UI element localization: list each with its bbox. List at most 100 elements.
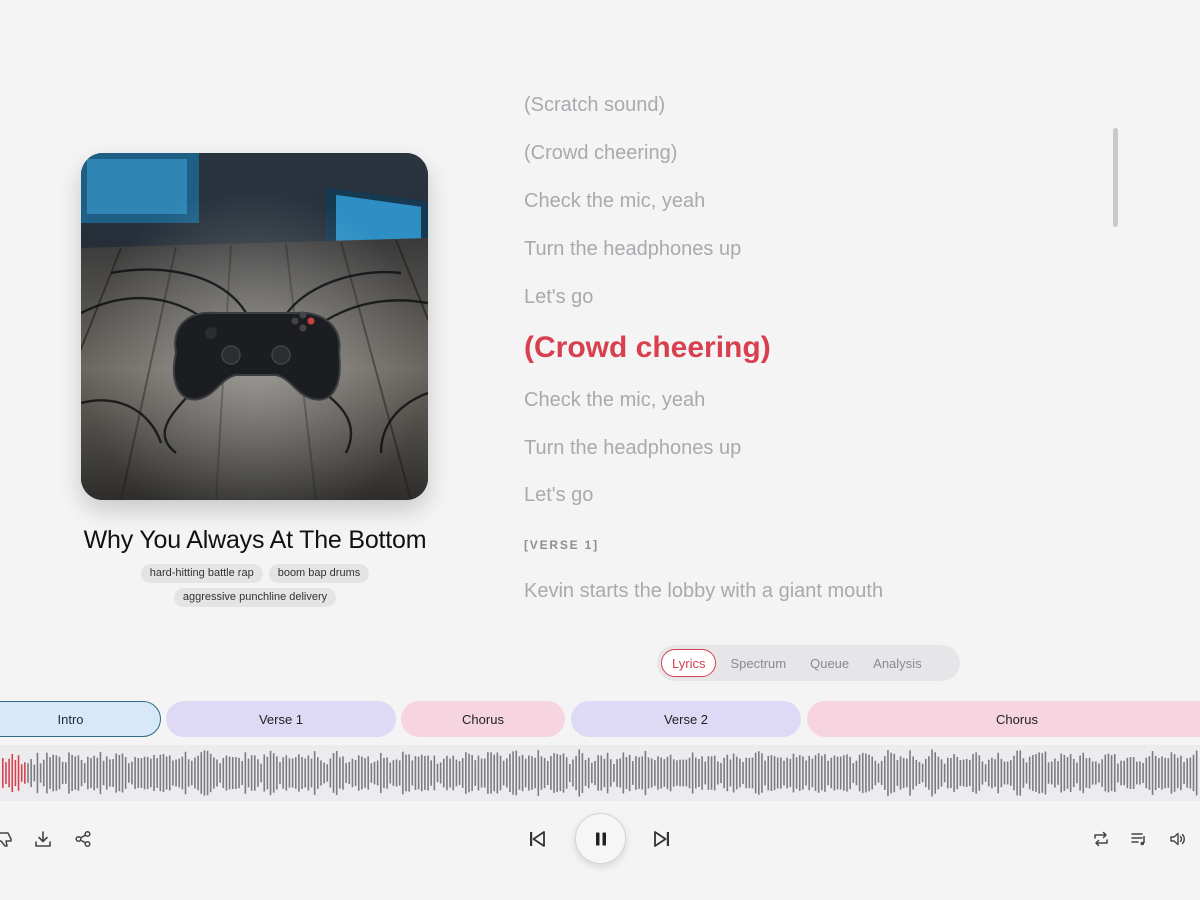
waveform-bar — [1132, 757, 1135, 789]
waveform-bar — [209, 753, 212, 793]
waveform-bar — [304, 758, 306, 788]
pause-button[interactable] — [575, 813, 626, 864]
waveform-bar — [934, 752, 936, 794]
waveform-bar — [915, 759, 918, 787]
waveform-bar — [1170, 752, 1173, 794]
waveform-bar — [24, 762, 26, 784]
genre-tag[interactable]: aggressive punchline delivery — [173, 588, 337, 607]
download-button[interactable] — [33, 829, 53, 849]
waveform-bar — [11, 753, 14, 793]
lyrics-scrollbar[interactable] — [1113, 128, 1118, 227]
lyric-line[interactable]: Turn the headphones up — [524, 238, 741, 261]
waveform-bar — [931, 749, 933, 797]
waveform-bar — [282, 757, 284, 789]
waveform-bar — [1176, 757, 1179, 789]
waveform-bar — [411, 760, 414, 786]
playlist-button[interactable] — [1129, 829, 1149, 849]
waveform-bars — [2, 749, 1198, 797]
waveform-bar — [244, 752, 247, 794]
waveform-bar — [1016, 750, 1018, 796]
waveform-bar — [291, 758, 294, 788]
dislike-button[interactable] — [0, 829, 16, 849]
lyric-line[interactable]: Kevin starts the lobby with a giant mout… — [524, 580, 883, 603]
waveform-bar — [975, 752, 977, 794]
waveform-bar — [1180, 755, 1182, 791]
waveform-bar — [332, 753, 335, 793]
genre-tag[interactable]: boom bap drums — [268, 564, 370, 583]
tab-spectrum[interactable]: Spectrum — [720, 649, 796, 677]
waveform-bar — [178, 758, 180, 788]
waveform-bar — [285, 755, 288, 791]
waveform-bar — [213, 757, 215, 789]
lyric-line[interactable]: Check the mic, yeah — [524, 190, 705, 213]
waveform-bar — [669, 754, 672, 792]
section-chorus-2[interactable]: Chorus — [807, 701, 1200, 737]
waveform-bar — [546, 760, 549, 786]
waveform-bar — [74, 756, 77, 790]
waveform-bar — [638, 757, 640, 789]
volume-button[interactable] — [1168, 829, 1188, 849]
waveform-bar — [1154, 755, 1157, 791]
waveform-bar — [950, 757, 952, 789]
waveform-bar — [660, 757, 662, 789]
waveform-bar — [474, 760, 477, 786]
waveform-bar — [1044, 751, 1047, 795]
waveform-bar — [5, 762, 7, 784]
lyric-line[interactable]: (Scratch sound) — [524, 94, 665, 117]
waveform-bar — [65, 762, 67, 784]
lyric-line[interactable]: (Crowd cheering) — [524, 142, 677, 165]
waveform-bar — [742, 761, 744, 785]
genre-tag[interactable]: hard-hitting battle rap — [140, 564, 263, 583]
waveform-bar — [543, 757, 546, 789]
waveform-bar — [506, 758, 508, 788]
lyric-line[interactable]: Turn the headphones up — [524, 437, 741, 460]
waveform-bar — [357, 755, 360, 791]
lyric-line[interactable]: Check the mic, yeah — [524, 389, 705, 412]
section-verse-2[interactable]: Verse 2 — [571, 701, 801, 737]
section-verse-1[interactable]: Verse 1 — [166, 701, 396, 737]
lyric-line[interactable]: Let's go — [524, 286, 593, 309]
waveform-bar — [172, 760, 174, 786]
waveform-bar — [603, 758, 606, 788]
share-button[interactable] — [73, 829, 93, 849]
waveform-bar — [228, 756, 231, 790]
waveform-bar — [672, 759, 675, 787]
waveform-bar — [704, 761, 707, 785]
waveform-bar — [600, 755, 603, 791]
waveform-scrubber[interactable] — [0, 745, 1200, 801]
section-chorus-1[interactable]: Chorus — [401, 701, 565, 737]
tab-queue[interactable]: Queue — [800, 649, 859, 677]
waveform-bar — [1041, 753, 1044, 793]
waveform-bar — [446, 755, 448, 791]
previous-track-button[interactable] — [526, 828, 548, 850]
waveform-bar — [682, 759, 684, 787]
waveform-bar — [792, 753, 795, 793]
repeat-button[interactable] — [1091, 829, 1111, 849]
waveform-bar — [93, 755, 95, 791]
lyric-line[interactable]: Let's go — [524, 484, 593, 507]
waveform-bar — [1028, 756, 1031, 790]
waveform-bar — [559, 754, 562, 792]
waveform-bar — [584, 760, 587, 786]
waveform-bar — [433, 755, 436, 791]
tab-lyrics[interactable]: Lyrics — [661, 649, 717, 677]
waveform-bar — [414, 756, 417, 790]
waveform-bar — [587, 757, 590, 789]
waveform-bar — [389, 762, 392, 784]
waveform-bar — [405, 754, 407, 792]
waveform-bar — [874, 760, 877, 786]
waveform-bar — [238, 757, 240, 789]
waveform-bar — [307, 755, 310, 791]
waveform-bar — [471, 755, 473, 791]
waveform-bar — [783, 760, 785, 786]
waveform-bar — [216, 759, 218, 787]
waveform-bar — [424, 756, 426, 790]
active-lyric-line[interactable]: (Crowd cheering) — [524, 331, 771, 365]
waveform-bar — [1013, 755, 1015, 791]
waveform-bar — [36, 752, 39, 794]
tab-analysis[interactable]: Analysis — [863, 649, 931, 677]
waveform-bar — [14, 759, 17, 787]
section-intro[interactable]: Intro — [0, 701, 161, 737]
waveform-bar — [266, 756, 269, 790]
next-track-button[interactable] — [651, 828, 673, 850]
